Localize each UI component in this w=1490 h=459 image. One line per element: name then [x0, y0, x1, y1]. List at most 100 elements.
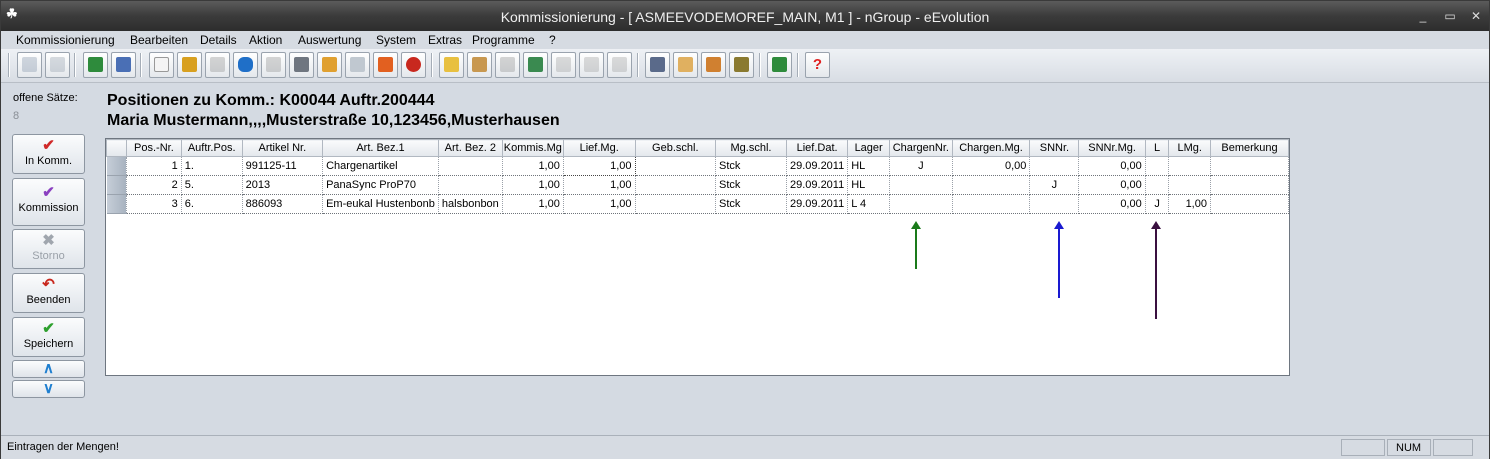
- column-header[interactable]: Kommis.Mg: [501, 139, 564, 157]
- hand-button[interactable]: [607, 52, 632, 78]
- cell-art-bez2[interactable]: [438, 175, 503, 195]
- print-button[interactable]: [111, 52, 136, 78]
- cell-bemerkung[interactable]: [1210, 156, 1290, 176]
- kommission-button[interactable]: ✔ Kommission: [12, 178, 85, 226]
- column-header[interactable]: Chargen.Mg.: [951, 139, 1031, 157]
- cell-lmg[interactable]: [1168, 156, 1211, 176]
- menu-system[interactable]: System: [376, 33, 416, 47]
- cell-lmg[interactable]: [1168, 175, 1211, 195]
- delete-button[interactable]: [261, 52, 286, 78]
- cell-pos-nr[interactable]: 2: [126, 175, 182, 195]
- document-button[interactable]: [673, 52, 698, 78]
- close-button[interactable]: ✕: [1467, 8, 1485, 24]
- cell-chargen-nr[interactable]: J: [889, 156, 953, 176]
- cell-lmg[interactable]: 1,00: [1168, 194, 1211, 214]
- column-header[interactable]: Pos.-Nr.: [126, 139, 182, 157]
- column-header[interactable]: Lief.Dat.: [785, 139, 849, 157]
- cell-artikel-nr[interactable]: 886093: [242, 194, 324, 214]
- cell-geb-schl[interactable]: [635, 194, 717, 214]
- cell-lief-dat[interactable]: 29.09.2011: [786, 175, 849, 195]
- database-button[interactable]: [233, 52, 258, 78]
- cell-lief-mg[interactable]: 1,00: [563, 175, 636, 195]
- column-header[interactable]: Art. Bez.1: [322, 139, 439, 157]
- cell-l[interactable]: [1145, 156, 1170, 176]
- cell-l[interactable]: J: [1145, 194, 1170, 214]
- column-header[interactable]: Geb.schl.: [634, 139, 717, 157]
- cell-kommis-mg[interactable]: 1,00: [502, 194, 564, 214]
- cell-art-bez1[interactable]: Chargenartikel: [322, 156, 439, 176]
- column-header[interactable]: SNNr.Mg.: [1078, 139, 1146, 157]
- cell-snnr-mg[interactable]: 0,00: [1078, 194, 1146, 214]
- column-header[interactable]: ChargenNr.: [889, 139, 953, 157]
- cell-lager[interactable]: HL: [847, 156, 891, 176]
- cell-geb-schl[interactable]: [635, 156, 717, 176]
- new-document-button[interactable]: [149, 52, 174, 78]
- transfer-button[interactable]: [579, 52, 604, 78]
- cell-snnr[interactable]: [1029, 194, 1080, 214]
- cell-lief-dat[interactable]: 29.09.2011: [786, 194, 849, 214]
- speichern-button[interactable]: ✔ Speichern: [12, 317, 85, 357]
- cell-pos-nr[interactable]: 1: [126, 156, 182, 176]
- column-header[interactable]: Artikel Nr.: [241, 139, 324, 157]
- column-header[interactable]: Lager: [847, 139, 891, 157]
- row-selector[interactable]: [106, 156, 128, 176]
- cell-chargen-mg[interactable]: 0,00: [952, 156, 1031, 176]
- cell-mg-schl[interactable]: Stck: [715, 175, 787, 195]
- row-selector[interactable]: [106, 194, 128, 214]
- users-button[interactable]: [701, 52, 726, 78]
- scroll-down-button[interactable]: ∨: [12, 380, 85, 398]
- cell-snnr[interactable]: J: [1029, 175, 1080, 195]
- table-row[interactable]: 1 1. 991125-11 Chargenartikel 1,00 1,00 …: [106, 156, 1290, 176]
- cell-chargen-mg[interactable]: [952, 175, 1031, 195]
- cell-snnr-mg[interactable]: 0,00: [1078, 175, 1146, 195]
- storno-button[interactable]: ✖ Storno: [12, 229, 85, 269]
- cell-art-bez1[interactable]: PanaSync ProP70: [322, 175, 439, 195]
- column-header[interactable]: Lief.Mg.: [562, 139, 636, 157]
- column-header[interactable]: LMg.: [1168, 139, 1211, 157]
- table-row[interactable]: 3 6. 886093 Em-eukal Hustenbonb halsbonb…: [106, 194, 1290, 214]
- row-selector[interactable]: [106, 175, 128, 195]
- cell-auftr-pos[interactable]: 6.: [181, 194, 243, 214]
- menu-kommissionierung[interactable]: Kommissionierung: [16, 33, 115, 47]
- scroll-up-button[interactable]: ∧: [12, 360, 85, 378]
- cell-snnr-mg[interactable]: 0,00: [1078, 156, 1146, 176]
- column-header[interactable]: Auftr.Pos.: [180, 139, 243, 157]
- cell-art-bez1[interactable]: Em-eukal Hustenbonb: [322, 194, 439, 214]
- cell-auftr-pos[interactable]: 1.: [181, 156, 243, 176]
- goods-button[interactable]: [317, 52, 342, 78]
- spellcheck-button[interactable]: [177, 52, 202, 78]
- stack-button[interactable]: [495, 52, 520, 78]
- cell-chargen-nr[interactable]: [889, 194, 953, 214]
- cell-lager[interactable]: L 4: [847, 194, 891, 214]
- cell-art-bez2[interactable]: halsbonbon: [438, 194, 503, 214]
- cell-kommis-mg[interactable]: 1,00: [502, 175, 564, 195]
- menu-help[interactable]: ?: [549, 33, 556, 47]
- maximize-button[interactable]: ▭: [1441, 8, 1459, 24]
- cell-artikel-nr[interactable]: 991125-11: [242, 156, 324, 176]
- column-header[interactable]: Mg.schl.: [715, 139, 787, 157]
- cell-snnr[interactable]: [1029, 156, 1080, 176]
- cell-l[interactable]: [1145, 175, 1170, 195]
- excel-export-button[interactable]: [83, 52, 108, 78]
- cell-bemerkung[interactable]: [1210, 175, 1290, 195]
- label-button[interactable]: [345, 52, 370, 78]
- eraser-button[interactable]: [205, 52, 230, 78]
- cell-lief-mg[interactable]: 1,00: [562, 156, 636, 176]
- minimize-button[interactable]: _: [1414, 8, 1432, 24]
- cell-geb-schl[interactable]: [635, 175, 717, 195]
- search-button[interactable]: [17, 52, 42, 78]
- notepad-button[interactable]: [439, 52, 464, 78]
- cell-mg-schl[interactable]: Stck: [715, 156, 787, 176]
- cell-lief-dat[interactable]: 29.09.2011: [786, 156, 849, 176]
- help-button[interactable]: ?: [805, 52, 830, 78]
- cell-auftr-pos[interactable]: 5.: [181, 175, 243, 195]
- column-header[interactable]: Bemerkung: [1209, 139, 1290, 157]
- edit-button[interactable]: [45, 52, 70, 78]
- column-header[interactable]: L: [1144, 139, 1170, 157]
- menu-auswertung[interactable]: Auswertung: [298, 33, 361, 47]
- column-header[interactable]: SNNr.: [1029, 139, 1080, 157]
- menu-details[interactable]: Details: [200, 33, 237, 47]
- cell-lager[interactable]: HL: [847, 175, 891, 195]
- table-row[interactable]: 2 5. 2013 PanaSync ProP70 1,00 1,00 Stck…: [106, 175, 1290, 195]
- package-button[interactable]: [467, 52, 492, 78]
